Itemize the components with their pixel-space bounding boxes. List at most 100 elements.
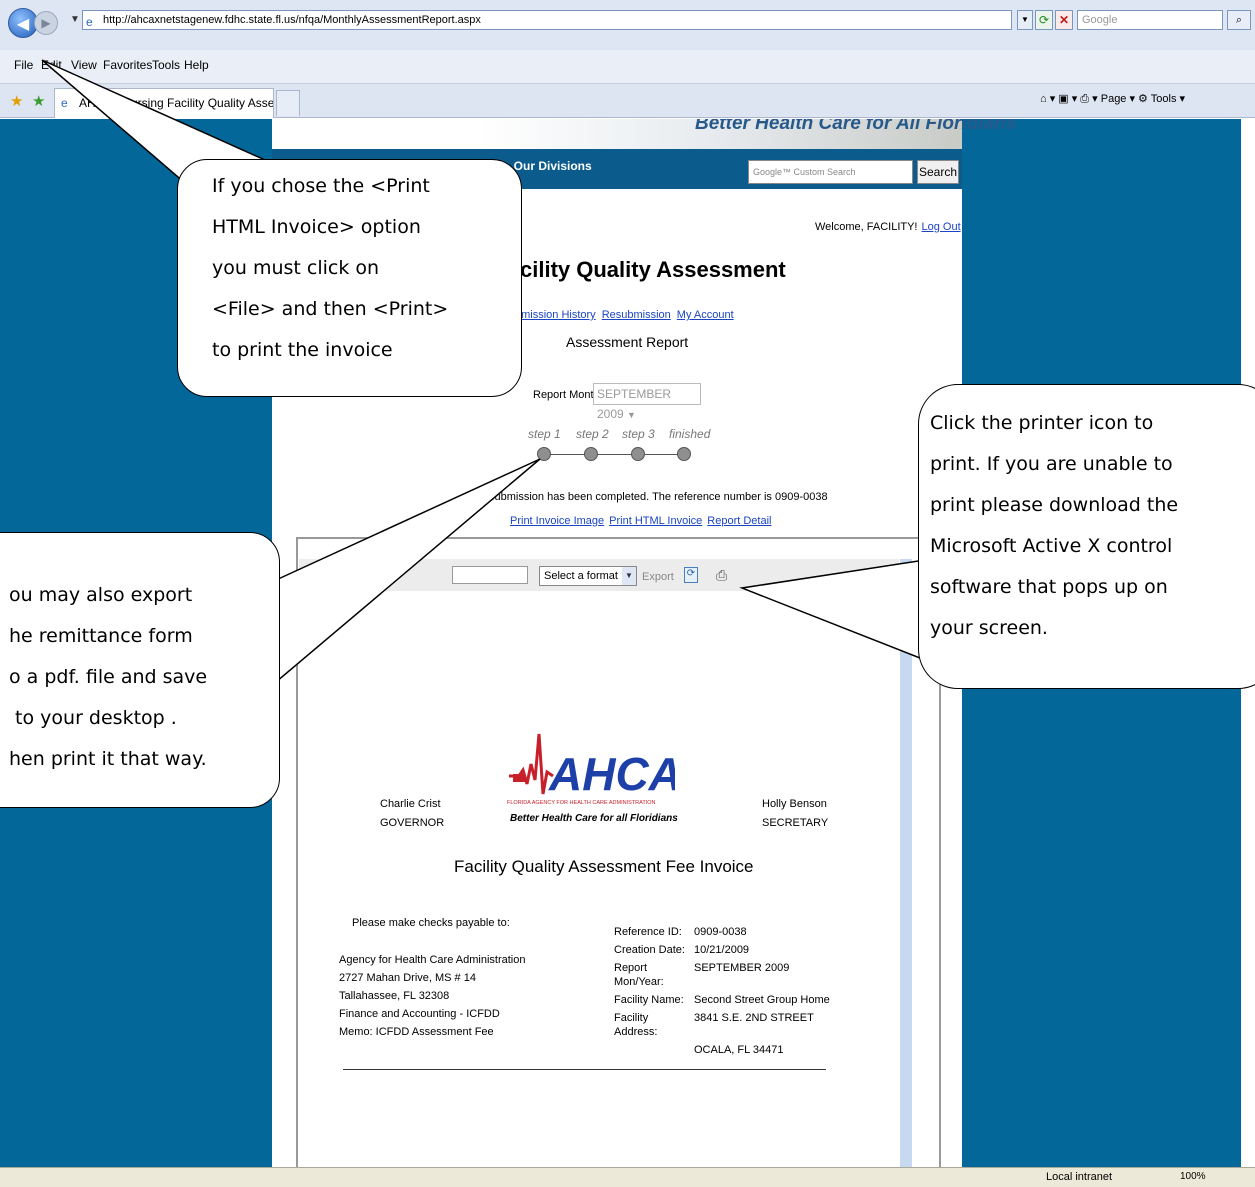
refresh-icon[interactable]: ⟳ xyxy=(1035,10,1053,30)
zoom-indicator[interactable]: 100% xyxy=(1180,1171,1206,1182)
new-tab-button[interactable] xyxy=(276,90,300,116)
callout-line: print. If you are unable to xyxy=(930,453,1173,475)
print-invoice-image-link[interactable]: Print Invoice Image xyxy=(510,515,604,527)
detail-row: Creation Date: 10/21/2009 xyxy=(614,943,830,957)
nav-buttons: ◀ ▶ xyxy=(8,6,68,42)
ahca-logo: AHCA FLORIDA AGENCY FOR HEALTH CARE ADMI… xyxy=(507,733,675,806)
report-detail-link[interactable]: Report Detail xyxy=(707,515,771,527)
callout-line: Click the printer icon to xyxy=(930,412,1154,434)
chevron-down-icon: ▼ xyxy=(622,567,636,585)
menu-tools[interactable]: Tools xyxy=(152,58,180,72)
export-button[interactable]: Export xyxy=(642,571,674,583)
zone-indicator: Local intranet xyxy=(1046,1171,1113,1183)
callout-line: you must click on xyxy=(212,257,380,279)
add-favorite-icon[interactable]: ★ xyxy=(32,92,45,110)
tab-page-icon: e xyxy=(61,96,68,110)
submission-links: Print Invoice Image Print HTML Invoice Rep… xyxy=(510,515,776,527)
zoom-select[interactable] xyxy=(452,566,528,584)
menu-help[interactable]: Help xyxy=(184,58,209,72)
forward-button[interactable]: ▶ xyxy=(34,11,58,35)
browser-search-button[interactable]: ⌕ xyxy=(1227,10,1251,30)
logo-text: AHCA xyxy=(548,748,675,800)
address-url: http://ahcaxnetstagenew.fdhc.state.fl.us… xyxy=(103,14,481,26)
detail-value: 10/21/2009 xyxy=(694,944,750,956)
detail-key: Facility Name: xyxy=(614,994,684,1006)
detail-key: Facility Address: xyxy=(614,1012,658,1038)
submission-message: The submission has been completed. The r… xyxy=(467,491,828,503)
page-number-input[interactable] xyxy=(355,566,377,584)
banner-tagline: Better Health Care for All Floridians xyxy=(695,119,1017,134)
menu-bar: File Edit View Favorites Tools Help xyxy=(0,50,1255,84)
secretary-title: SECRETARY xyxy=(762,817,829,829)
browser-search-input[interactable]: Google xyxy=(1077,10,1223,30)
detail-key xyxy=(614,1043,694,1057)
chevron-down-icon: ▼ xyxy=(627,410,636,420)
step-label: step 1 xyxy=(528,427,561,441)
callout-line: hen print it that way. xyxy=(9,748,207,770)
export-format-select[interactable]: Select a format ▼ xyxy=(539,566,637,586)
tab-active[interactable]: e AHCA - Nursing Facility Quality Assess… xyxy=(54,88,274,118)
address-line: 2727 Mahan Drive, MS # 14 xyxy=(339,972,476,984)
report-month-select[interactable]: SEPTEMBER 2009 ▼ xyxy=(593,383,701,421)
callout-line: software that pops up on xyxy=(930,576,1168,598)
secretary-block: Holly Benson SECRETARY xyxy=(762,795,828,833)
callout-printer: Click the printer icon to print. If you … xyxy=(918,384,1255,689)
address-input[interactable]: e http://ahcaxnetstagenew.fdhc.state.fl.… xyxy=(82,10,1012,30)
stop-icon[interactable]: ✕ xyxy=(1055,10,1073,30)
printer-icon[interactable]: ⎙ xyxy=(716,567,727,584)
menu-file[interactable]: File xyxy=(14,58,33,72)
nav-resubmission[interactable]: Resubmission xyxy=(602,309,671,321)
detail-row: OCALA, FL 34471 xyxy=(614,1043,830,1057)
detail-value: 3841 S.E. 2ND STREET xyxy=(694,1012,814,1024)
callout-line: Microsoft Active X control xyxy=(930,535,1173,557)
command-bar[interactable]: ⌂ ▾ ▣ ▾ ⎙ ▾ Page ▾ ⚙ Tools ▾ xyxy=(1040,92,1185,106)
invoice-title: Facility Quality Assessment Fee Invoice xyxy=(454,857,754,876)
invoice-tagline: Better Health Care for all Floridians xyxy=(510,813,678,824)
page-icon: e xyxy=(86,15,93,29)
nav-submission-history[interactable]: bmission History xyxy=(515,309,596,321)
site-search-button[interactable]: Search xyxy=(917,160,959,184)
callout-line: to your desktop . xyxy=(9,707,177,729)
callout-export: ou may also export he remittance form o … xyxy=(0,532,280,808)
payable-to-label: Please make checks payable to: xyxy=(352,917,510,929)
step-label: step 2 xyxy=(576,427,609,441)
callout-line: your screen. xyxy=(930,617,1048,639)
refresh-report-icon[interactable]: ⟳ xyxy=(684,567,698,583)
detail-value: SEPTEMBER 2009 xyxy=(694,962,790,974)
callout-line: to print the invoice xyxy=(212,339,393,361)
detail-key: Creation Date: xyxy=(614,944,685,956)
nav-my-account[interactable]: My Account xyxy=(677,309,734,321)
address-line: Agency for Health Care Administration xyxy=(339,954,526,966)
step-dot xyxy=(537,447,551,461)
callout-line: o a pdf. file and save xyxy=(9,666,208,688)
menu-favorites[interactable]: Favorites xyxy=(103,58,152,72)
reference-details: Reference ID: 0909-0038 Creation Date: 10/… xyxy=(614,925,830,1061)
callout-print-html: If you chose the <Print HTML Invoice> op… xyxy=(177,159,522,397)
site-search-input[interactable]: Google™ Custom Search xyxy=(748,160,913,184)
favorites-star-icon[interactable]: ★ xyxy=(10,92,23,110)
detail-row: Facility Address: 3841 S.E. 2ND STREET xyxy=(614,1011,830,1039)
detail-row: Reference ID: 0909-0038 xyxy=(614,925,830,939)
callout-line: <File> and then <Print> xyxy=(212,298,449,320)
step-label: finished xyxy=(669,427,711,441)
callout-line: print please download the xyxy=(930,494,1179,516)
tab-title: AHCA - Nursing Facility Quality Assessme… xyxy=(79,96,274,110)
address-dropdown-icon[interactable]: ▼ xyxy=(1017,10,1033,30)
welcome-area: Welcome, FACILITY! Log Out xyxy=(815,221,961,233)
menu-edit[interactable]: Edit xyxy=(41,58,62,72)
logo-subtext: FLORIDA AGENCY FOR HEALTH CARE ADMINISTR… xyxy=(507,800,656,806)
detail-value: Second Street Group Home xyxy=(694,994,830,1006)
step-label: step 3 xyxy=(622,427,655,441)
tab-bar: ★ ★ e AHCA - Nursing Facility Quality As… xyxy=(0,84,1255,118)
print-html-invoice-link[interactable]: Print HTML Invoice xyxy=(609,515,702,527)
remit-address: Agency for Health Care Administration 27… xyxy=(339,951,525,1041)
detail-key: Report Mon/Year: xyxy=(614,962,664,988)
page-title: cility Quality Assessment xyxy=(520,257,786,282)
callout-line: HTML Invoice> option xyxy=(212,216,421,238)
history-dropdown-icon[interactable]: ▼ xyxy=(70,14,80,25)
logout-link[interactable]: Log Out xyxy=(922,221,961,233)
address-line: Memo: ICFDD Assessment Fee xyxy=(339,1026,494,1038)
menu-view[interactable]: View xyxy=(71,58,97,72)
viewer-scrollbar[interactable] xyxy=(900,559,912,1167)
detail-row: Report Mon/Year: SEPTEMBER 2009 xyxy=(614,961,830,989)
